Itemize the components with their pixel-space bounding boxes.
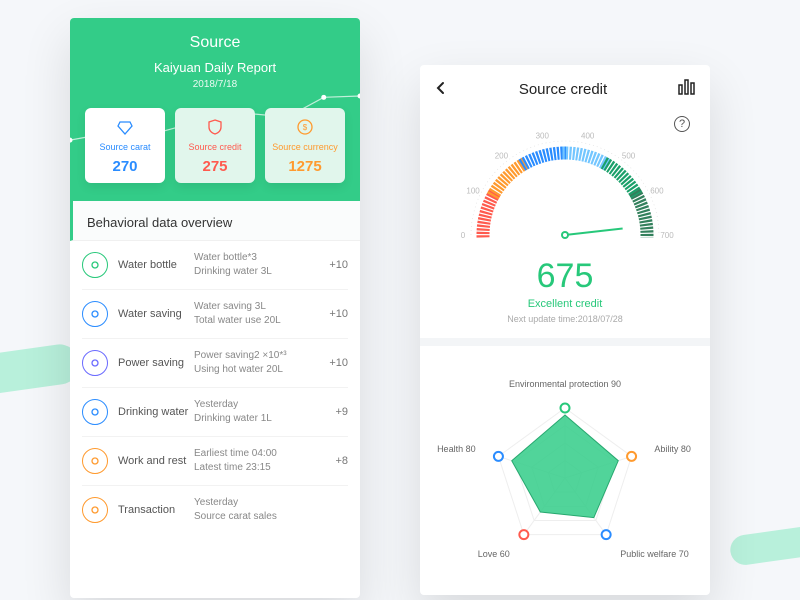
row-icon <box>82 252 108 278</box>
row-name: Drinking water <box>118 406 194 418</box>
row-delta: +10 <box>329 308 348 320</box>
diamond-icon <box>116 118 134 136</box>
next-update-text: Next update time:2018/07/28 <box>436 314 694 324</box>
svg-text:Love 60: Love 60 <box>478 549 510 559</box>
row-delta: +8 <box>335 455 348 467</box>
coin-icon: $ <box>296 118 314 136</box>
row-icon <box>82 448 108 474</box>
divider <box>420 338 710 346</box>
app-title: Source <box>80 34 350 52</box>
row-delta: +9 <box>335 406 348 418</box>
svg-text:200: 200 <box>495 151 509 160</box>
row-name: Transaction <box>118 504 194 516</box>
svg-text:Environmental protection 90: Environmental protection 90 <box>509 379 621 389</box>
credit-score-label: Excellent credit <box>436 298 694 310</box>
row-desc: YesterdayDrinking water 1L <box>194 398 335 426</box>
top-bar: Source credit <box>420 65 710 110</box>
report-title: Kaiyuan Daily Report <box>80 60 350 75</box>
svg-text:$: $ <box>303 123 308 132</box>
row-desc: Water saving 3LTotal water use 20L <box>194 300 329 328</box>
svg-text:600: 600 <box>650 187 664 196</box>
credit-score: 675 <box>436 257 694 296</box>
svg-text:Health 80: Health 80 <box>437 444 476 454</box>
row-delta: +10 <box>329 259 348 271</box>
radar-chart: Environmental protection 90 Ability 80 Pub… <box>436 358 694 578</box>
svg-text:Public welfare 70: Public welfare 70 <box>620 549 689 559</box>
behavior-list: Water bottle Water bottle*3Drinking wate… <box>70 241 360 534</box>
card-label: Source credit <box>188 142 241 152</box>
gauge-section: ? 0 100 200 300 400 500 600 700 675 Excellent c… <box>420 110 710 338</box>
screen-title: Source credit <box>519 81 607 98</box>
svg-text:700: 700 <box>660 231 674 240</box>
help-icon[interactable]: ? <box>674 116 690 132</box>
list-item[interactable]: Water bottle Water bottle*3Drinking wate… <box>82 241 348 290</box>
hero-header: Source Kaiyuan Daily Report 2018/7/18 So… <box>70 18 360 201</box>
card-value: 270 <box>112 158 137 175</box>
svg-text:0: 0 <box>461 231 466 240</box>
row-desc: Earliest time 04:00Latest time 23:15 <box>194 447 335 475</box>
back-button[interactable] <box>434 79 448 100</box>
report-date: 2018/7/18 <box>80 79 350 90</box>
svg-text:400: 400 <box>581 132 595 141</box>
svg-text:Ability 80: Ability 80 <box>654 444 691 454</box>
radar-section: Environmental protection 90 Ability 80 Pub… <box>420 346 710 590</box>
list-item[interactable]: Transaction YesterdaySource carat sales <box>82 486 348 534</box>
card-label: Source carat <box>99 142 150 152</box>
section-title: Behavioral data overview <box>70 201 360 241</box>
row-desc: Power saving2 ×10*³Using hot water 20L <box>194 349 329 377</box>
row-icon <box>82 301 108 327</box>
row-name: Water saving <box>118 308 194 320</box>
card-value: 1275 <box>288 158 321 175</box>
row-delta: +10 <box>329 357 348 369</box>
summary-card-diamond[interactable]: Source carat 270 <box>85 108 165 183</box>
svg-text:300: 300 <box>536 132 550 141</box>
svg-text:500: 500 <box>622 151 636 160</box>
row-name: Work and rest <box>118 455 194 467</box>
list-item[interactable]: Power saving Power saving2 ×10*³Using ho… <box>82 339 348 388</box>
credit-gauge: 0 100 200 300 400 500 600 700 <box>455 120 675 250</box>
list-item[interactable]: Water saving Water saving 3LTotal water … <box>82 290 348 339</box>
shield-icon <box>206 118 224 136</box>
row-desc: YesterdaySource carat sales <box>194 496 348 524</box>
source-credit-screen: Source credit ? 0 100 200 300 400 500 600 700 6… <box>420 65 710 595</box>
row-icon <box>82 399 108 425</box>
card-value: 275 <box>202 158 227 175</box>
row-name: Power saving <box>118 357 194 369</box>
card-label: Source currency <box>272 142 338 152</box>
daily-report-screen: Source Kaiyuan Daily Report 2018/7/18 So… <box>70 18 360 598</box>
row-icon <box>82 350 108 376</box>
summary-card-coin[interactable]: $ Source currency 1275 <box>265 108 345 183</box>
list-item[interactable]: Work and rest Earliest time 04:00Latest … <box>82 437 348 486</box>
summary-card-shield[interactable]: Source credit 275 <box>175 108 255 183</box>
row-icon <box>82 497 108 523</box>
svg-text:100: 100 <box>466 187 480 196</box>
stats-icon[interactable] <box>678 79 696 100</box>
row-name: Water bottle <box>118 259 194 271</box>
row-desc: Water bottle*3Drinking water 3L <box>194 251 329 279</box>
list-item[interactable]: Drinking water YesterdayDrinking water 1… <box>82 388 348 437</box>
